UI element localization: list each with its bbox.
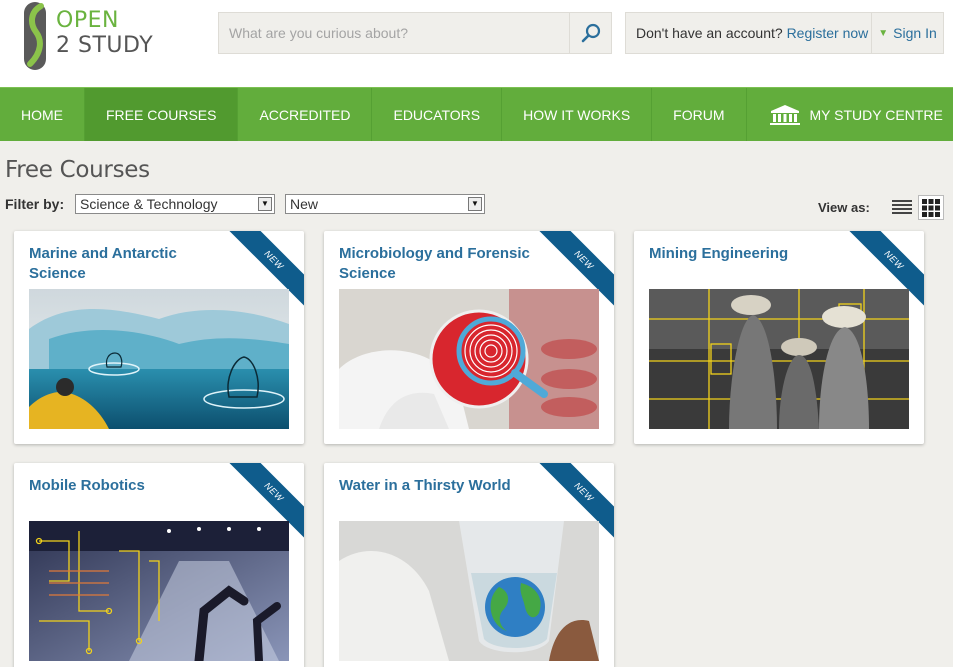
nav-forum[interactable]: FORUM bbox=[652, 88, 747, 141]
page-title: Free Courses bbox=[5, 157, 150, 183]
course-title[interactable]: Mining Engineering bbox=[649, 244, 849, 264]
course-image[interactable] bbox=[29, 289, 289, 429]
search-button[interactable] bbox=[569, 13, 611, 53]
nav-free-courses[interactable]: FREE COURSES bbox=[85, 88, 239, 141]
course-title[interactable]: Microbiology and Forensic Science bbox=[339, 244, 539, 284]
category-select[interactable]: Science & Technology ▼ bbox=[75, 194, 275, 214]
nav-educators-label: EDUCATORS bbox=[393, 106, 481, 123]
course-card-microbiology[interactable]: Microbiology and Forensic Science NEW bbox=[324, 231, 614, 444]
course-title[interactable]: Mobile Robotics bbox=[29, 476, 229, 496]
chevron-down-icon: ▼ bbox=[878, 27, 889, 39]
site-header: OPEN 2 STUDY Don't have an account? Regi… bbox=[0, 0, 953, 87]
nav-home-label: HOME bbox=[21, 106, 63, 123]
category-select-value: Science & Technology bbox=[80, 196, 218, 212]
register-link[interactable]: Register now bbox=[787, 25, 869, 41]
type-select-value: New bbox=[290, 196, 319, 212]
filter-label: Filter by: bbox=[5, 196, 65, 212]
nav-how-it-works[interactable]: HOW IT WORKS bbox=[502, 88, 653, 141]
type-select[interactable]: New ▼ bbox=[285, 194, 485, 214]
site-logo[interactable]: OPEN 2 STUDY bbox=[22, 2, 162, 70]
search-bar bbox=[218, 12, 612, 54]
course-image[interactable] bbox=[339, 289, 599, 429]
nav-accredited[interactable]: ACCREDITED bbox=[238, 88, 373, 141]
nav-home[interactable]: HOME bbox=[0, 88, 85, 141]
course-card-water[interactable]: Water in a Thirsty World NEW bbox=[324, 463, 614, 667]
logo-line-2: 2 STUDY bbox=[56, 33, 154, 58]
course-title[interactable]: Marine and Antarctic Science bbox=[29, 244, 229, 284]
grid-view-button[interactable] bbox=[918, 195, 944, 220]
search-icon bbox=[581, 23, 600, 43]
list-view-icon bbox=[892, 200, 912, 214]
robotics-photo bbox=[29, 521, 289, 661]
antarctic-photo bbox=[29, 289, 289, 429]
view-as-label: View as: bbox=[818, 200, 870, 215]
course-image[interactable] bbox=[29, 521, 289, 661]
nav-free-courses-label: FREE COURSES bbox=[106, 106, 217, 123]
sign-in-label: Sign In bbox=[893, 25, 937, 41]
logo-icon bbox=[24, 2, 46, 70]
nav-my-study-centre[interactable]: MY STUDY CENTRE bbox=[747, 88, 953, 141]
nav-forum-label: FORUM bbox=[673, 106, 725, 123]
course-image[interactable] bbox=[339, 521, 599, 661]
course-card-mining[interactable]: Mining Engineering NEW bbox=[634, 231, 924, 444]
account-prompt: Don't have an account? Register now bbox=[636, 25, 868, 41]
course-title[interactable]: Water in a Thirsty World bbox=[339, 476, 539, 496]
chevron-down-icon: ▼ bbox=[468, 197, 482, 211]
sign-in-button[interactable]: ▼ Sign In bbox=[871, 13, 943, 53]
account-box: Don't have an account? Register now ▼ Si… bbox=[625, 12, 944, 54]
nav-how-it-works-label: HOW IT WORKS bbox=[523, 106, 631, 123]
logo-line-1: OPEN bbox=[56, 8, 119, 33]
course-image[interactable] bbox=[649, 289, 909, 429]
mining-photo bbox=[649, 289, 909, 429]
building-icon bbox=[769, 104, 800, 125]
nav-my-study-centre-label: MY STUDY CENTRE bbox=[809, 106, 943, 123]
course-card-marine[interactable]: Marine and Antarctic Science NEW bbox=[14, 231, 304, 444]
chevron-down-icon: ▼ bbox=[258, 197, 272, 211]
water-photo bbox=[339, 521, 599, 661]
main-nav: HOME FREE COURSES ACCREDITED EDUCATORS H… bbox=[0, 87, 953, 141]
grid-view-icon bbox=[922, 198, 940, 217]
nav-educators[interactable]: EDUCATORS bbox=[372, 88, 503, 141]
nav-accredited-label: ACCREDITED bbox=[259, 106, 351, 123]
search-input[interactable] bbox=[219, 13, 569, 53]
forensic-photo bbox=[339, 289, 599, 429]
course-card-mobile-robotics[interactable]: Mobile Robotics NEW bbox=[14, 463, 304, 667]
list-view-button[interactable] bbox=[890, 196, 914, 218]
logo-wordmark: OPEN 2 STUDY bbox=[56, 8, 153, 58]
account-prompt-text: Don't have an account? bbox=[636, 25, 783, 41]
